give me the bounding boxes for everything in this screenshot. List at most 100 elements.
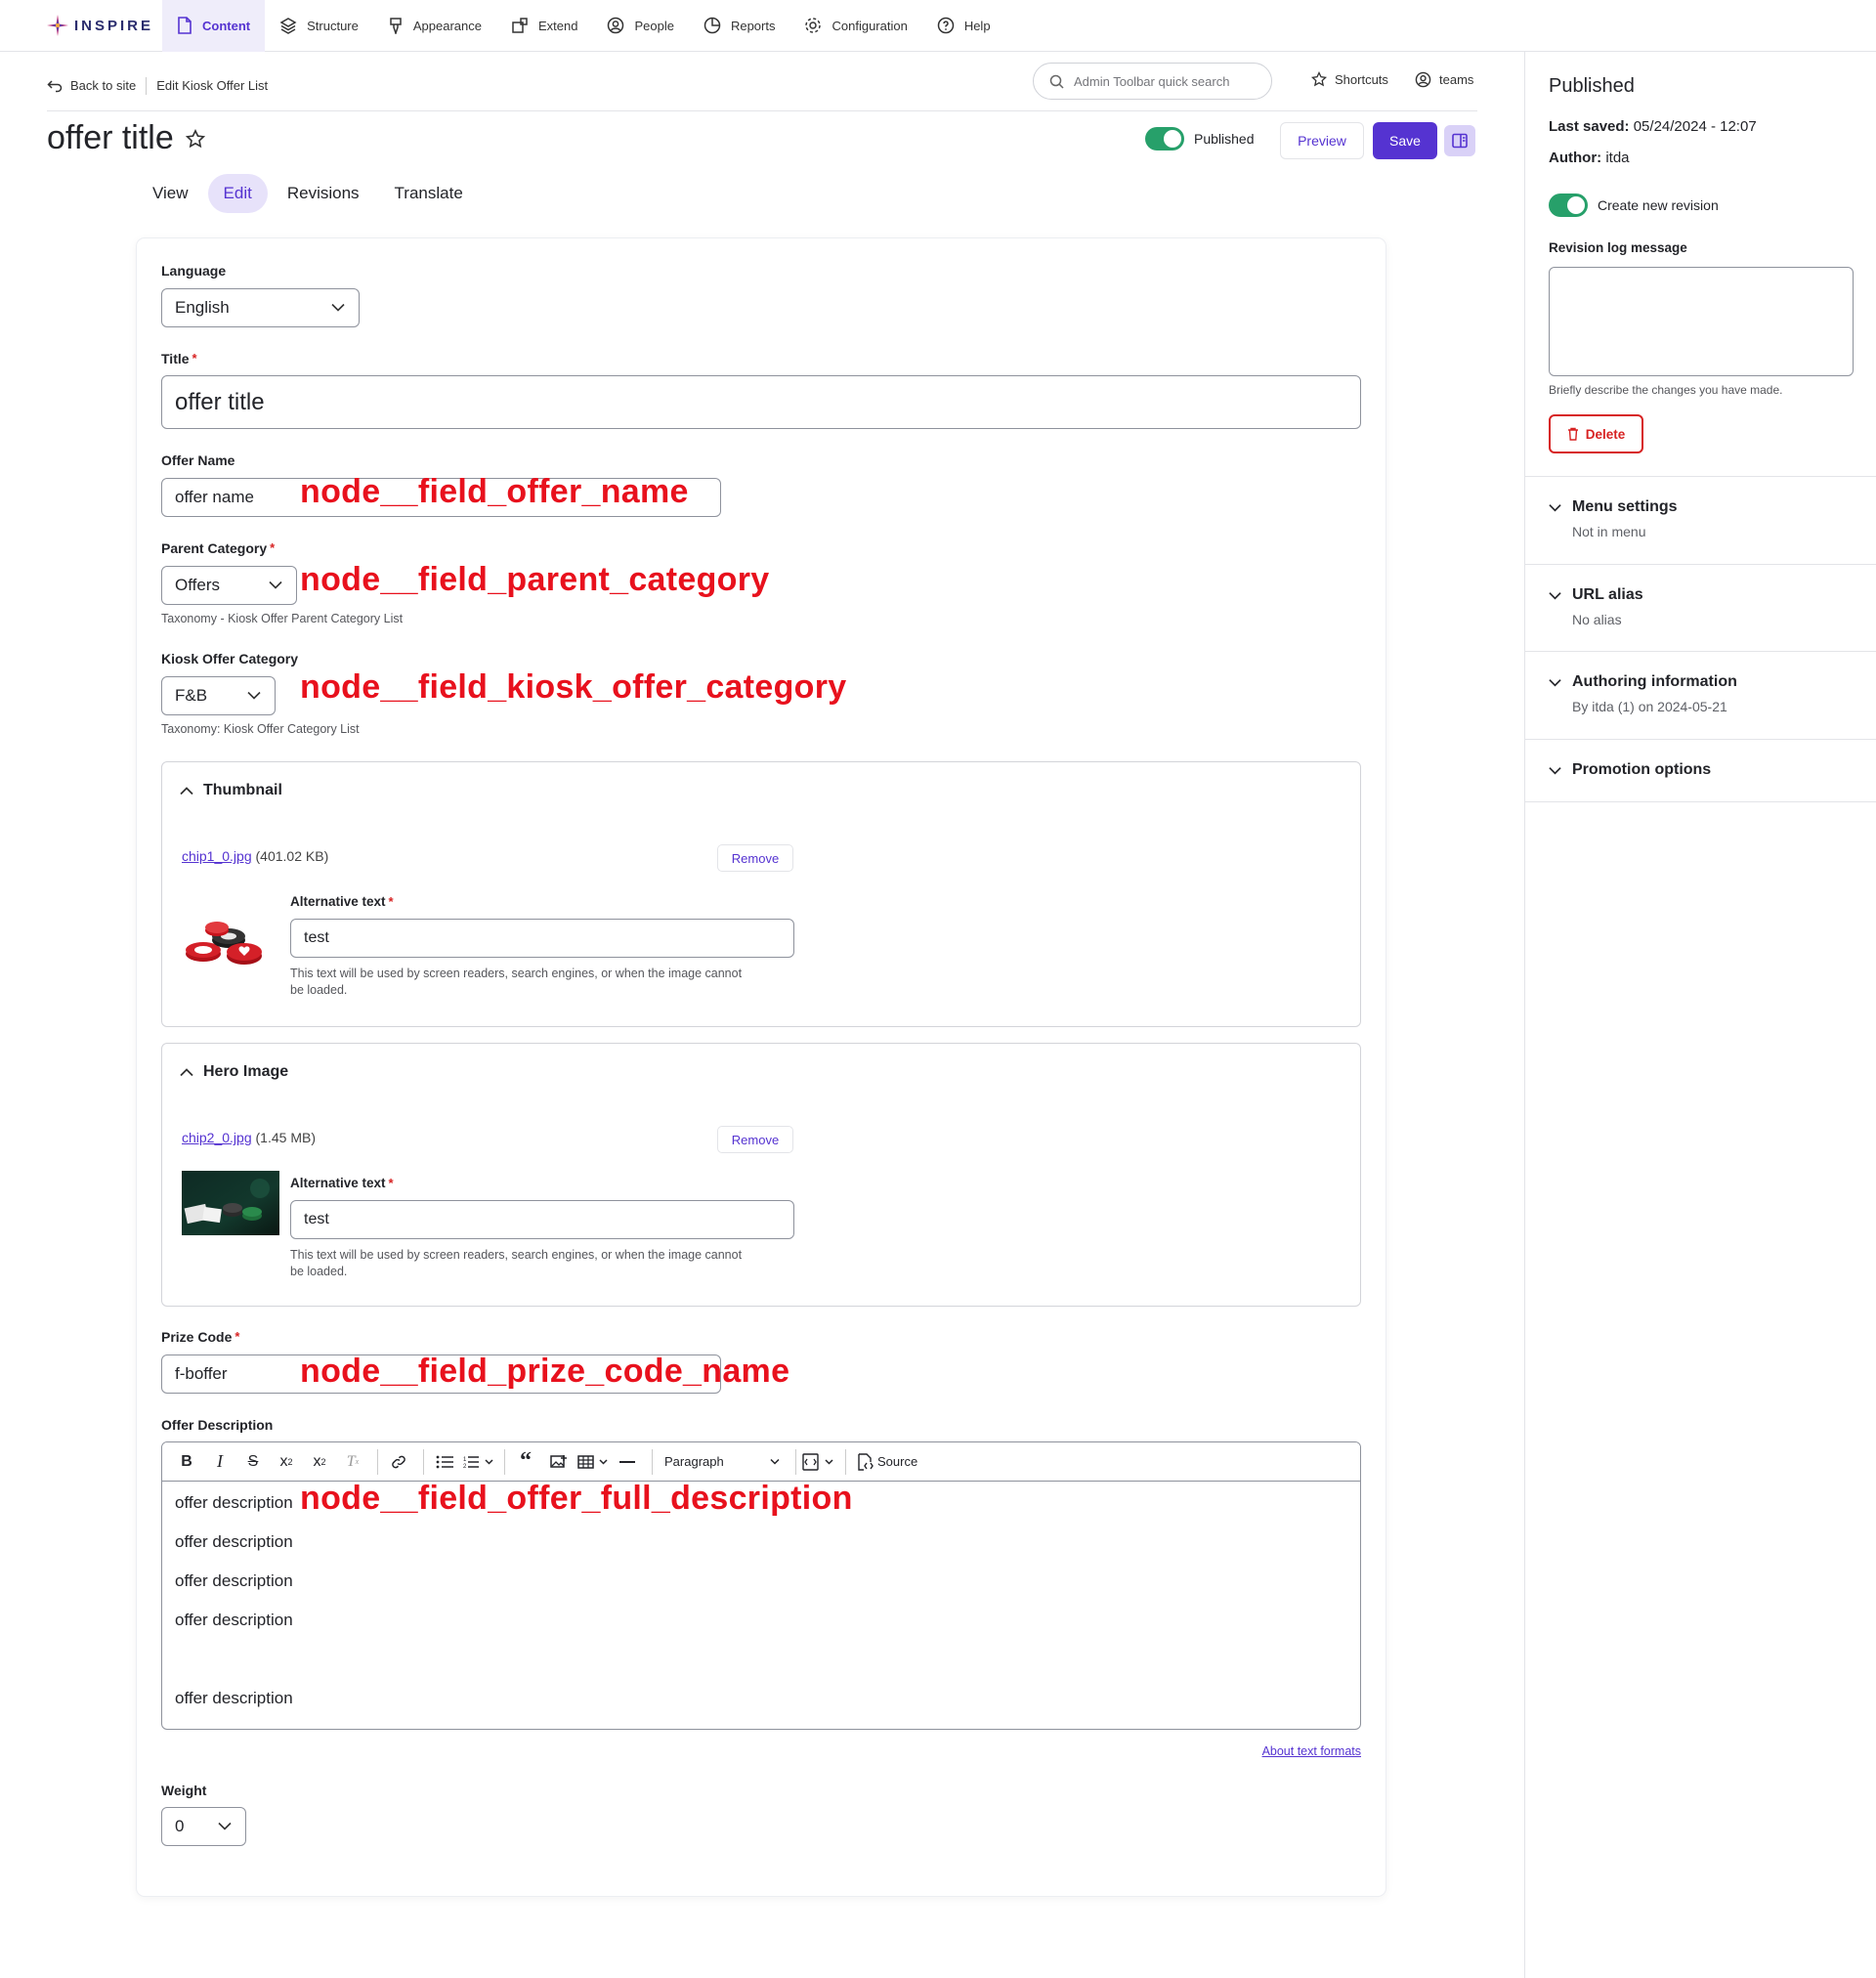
bold-button[interactable]: B: [172, 1447, 201, 1477]
code-block-button[interactable]: [802, 1447, 835, 1477]
chevron-down-icon: [247, 691, 261, 700]
thumbnail-alt-input[interactable]: test: [290, 919, 794, 958]
insert-image-button[interactable]: [544, 1447, 574, 1477]
hero-remove-button[interactable]: Remove: [717, 1126, 793, 1153]
language-select[interactable]: English: [161, 288, 360, 327]
thumbnail-fieldset: Thumbnail chip1_0.jpg (401.02 KB) Remove…: [161, 761, 1361, 1027]
shortcuts-link[interactable]: Shortcuts: [1311, 71, 1388, 87]
revision-log-textarea[interactable]: [1549, 267, 1854, 376]
accordion-promotion-options[interactable]: Promotion options: [1525, 739, 1876, 802]
parent-category-select[interactable]: Offers: [161, 566, 297, 605]
required-marker: *: [388, 1176, 394, 1190]
author-info: Author: itda: [1549, 150, 1630, 166]
delete-button[interactable]: Delete: [1549, 414, 1643, 453]
site-logo[interactable]: INSPIRE: [0, 0, 162, 52]
hero-alt-description: This text will be used by screen readers…: [290, 1247, 742, 1280]
title-input[interactable]: offer title: [161, 375, 1361, 429]
tab-view[interactable]: View: [137, 174, 204, 213]
new-revision-toggle[interactable]: Create new revision: [1549, 194, 1719, 217]
puzzle-icon: [512, 18, 528, 33]
prize-code-label-text: Prize Code: [161, 1329, 233, 1345]
new-revision-switch[interactable]: [1549, 194, 1588, 217]
accordion-authoring-information[interactable]: Authoring information By itda (1) on 202…: [1525, 651, 1876, 739]
subscript-button[interactable]: x2: [305, 1447, 334, 1477]
thumbnail-preview-image: [182, 911, 275, 971]
toolbar-item-help[interactable]: Help: [922, 0, 1005, 52]
thumbnail-alt-description: This text will be used by screen readers…: [290, 966, 742, 999]
thumbnail-alt-label: Alternative text *: [290, 894, 394, 909]
toolbar-item-structure[interactable]: Structure: [265, 0, 373, 52]
add-shortcut-star-icon[interactable]: [185, 128, 205, 149]
chevron-up-icon: [180, 1067, 193, 1076]
remove-format-button[interactable]: Tx: [338, 1447, 367, 1477]
gear-icon: [805, 18, 822, 33]
tab-translate[interactable]: Translate: [379, 174, 479, 213]
title-value: offer title: [175, 388, 265, 415]
thumbnail-file-info: chip1_0.jpg (401.02 KB): [182, 848, 328, 864]
weight-label: Weight: [161, 1783, 207, 1798]
new-revision-label: Create new revision: [1598, 197, 1719, 213]
preview-button[interactable]: Preview: [1280, 122, 1364, 159]
toolbar-item-appearance[interactable]: Appearance: [373, 0, 496, 52]
horizontal-line-button[interactable]: [613, 1447, 642, 1477]
paragraph-format-dropdown[interactable]: Paragraph: [659, 1447, 786, 1477]
superscript-button[interactable]: x2: [272, 1447, 301, 1477]
author-value: itda: [1605, 150, 1630, 166]
numbered-list-button[interactable]: 12: [463, 1447, 494, 1477]
tab-revisions[interactable]: Revisions: [272, 174, 375, 213]
toolbar-item-reports[interactable]: Reports: [689, 0, 790, 52]
blockquote-button[interactable]: “: [511, 1447, 540, 1477]
admin-toolbar: INSPIRE Content Structure Appearance Ext…: [0, 0, 1876, 52]
description-paragraph: offer description: [175, 1532, 293, 1551]
breadcrumb: Back to site Edit Kiosk Offer List Admin…: [47, 61, 1477, 111]
hero-image-legend-text: Hero Image: [203, 1063, 289, 1080]
thumbnail-alt-description-line: be loaded.: [290, 983, 348, 997]
weight-select[interactable]: 0: [161, 1807, 246, 1846]
toolbar-item-label: People: [634, 18, 674, 33]
bulleted-list-button[interactable]: [430, 1447, 459, 1477]
thumbnail-remove-button[interactable]: Remove: [717, 844, 793, 872]
brush-icon: [390, 18, 402, 34]
user-menu[interactable]: teams: [1415, 71, 1473, 88]
thumbnail-legend[interactable]: Thumbnail: [180, 782, 282, 799]
hero-file-link[interactable]: chip2_0.jpg: [182, 1130, 252, 1145]
source-button[interactable]: Source: [852, 1447, 921, 1477]
description-paragraph: offer description: [175, 1571, 293, 1590]
strikethrough-button[interactable]: S: [238, 1447, 268, 1477]
toolbar-item-configuration[interactable]: Configuration: [789, 0, 921, 52]
toolbar-item-content[interactable]: Content: [162, 0, 266, 52]
hero-image-legend[interactable]: Hero Image: [180, 1063, 288, 1081]
required-marker: *: [192, 351, 197, 366]
field-annotation: node__field_parent_category: [300, 561, 770, 598]
kiosk-category-select[interactable]: F&B: [161, 676, 276, 715]
tab-edit[interactable]: Edit: [207, 174, 268, 213]
parent-category-label: Parent Category *: [161, 540, 275, 556]
language-value: English: [175, 298, 230, 317]
back-to-site-label: Back to site: [70, 78, 137, 93]
about-text-formats-link[interactable]: About text formats: [1262, 1744, 1361, 1758]
trash-icon: [1567, 427, 1578, 441]
page-title: offer title: [47, 119, 205, 157]
toggle-sidebar-button[interactable]: [1444, 125, 1475, 156]
published-toggle[interactable]: Published: [1145, 127, 1255, 150]
toolbar-item-people[interactable]: People: [592, 0, 688, 52]
hero-alt-label: Alternative text *: [290, 1176, 394, 1190]
hero-alt-input[interactable]: test: [290, 1200, 794, 1239]
user-label: teams: [1439, 72, 1474, 87]
thumbnail-file-link[interactable]: chip1_0.jpg: [182, 848, 252, 864]
accordion-menu-settings[interactable]: Menu settings Not in menu: [1525, 476, 1876, 564]
accordion-url-alias[interactable]: URL alias No alias: [1525, 564, 1876, 651]
italic-button[interactable]: I: [205, 1447, 234, 1477]
toolbar-item-extend[interactable]: Extend: [496, 0, 592, 52]
field-annotation: node__field_offer_full_description: [300, 1480, 853, 1517]
save-button[interactable]: Save: [1373, 122, 1437, 159]
thumbnail-file-size: (401.02 KB): [255, 848, 329, 864]
link-icon: [392, 1455, 405, 1468]
insert-table-button[interactable]: [577, 1447, 609, 1477]
admin-search-input[interactable]: Admin Toolbar quick search: [1033, 63, 1272, 100]
logo-mark-icon: [45, 13, 70, 38]
back-to-site-link[interactable]: Back to site: [47, 78, 136, 93]
link-button[interactable]: [384, 1447, 413, 1477]
published-switch[interactable]: [1145, 127, 1184, 150]
prize-code-label: Prize Code *: [161, 1329, 239, 1345]
